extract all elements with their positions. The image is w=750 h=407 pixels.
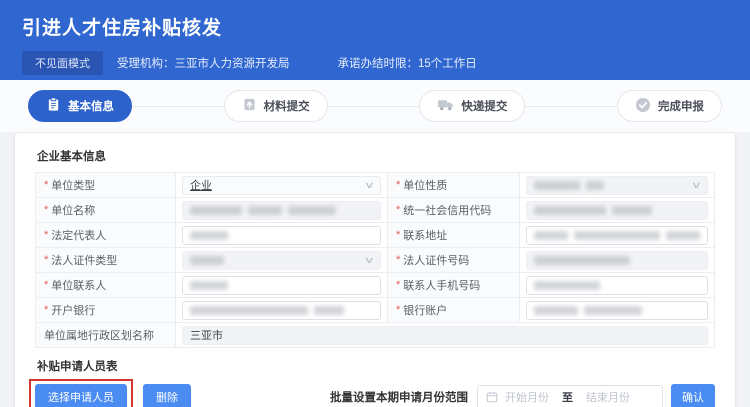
- deadline-text: 承诺办结时限：15个工作日: [338, 55, 477, 71]
- form-row: *单位联系人 *联系人手机号码: [36, 273, 714, 298]
- form-card: 企业基本信息 *单位类型 企业 ∨ *单位性质 ∨ *单位名称: [14, 132, 736, 407]
- section-title-company: 企业基本信息: [37, 148, 715, 164]
- section-title-applicants: 补贴申请人员表: [37, 358, 715, 374]
- check-circle-icon: [635, 97, 651, 116]
- form-row: *单位名称 *统一社会信用代码: [36, 198, 714, 223]
- bank-account-label: *银行账户: [388, 298, 520, 322]
- tab-finish-declare-label: 完成申报: [658, 98, 704, 114]
- tab-express-submit[interactable]: 快递提交: [419, 90, 525, 122]
- applicants-toolbar: 选择申请人员 删除 批量设置本期申请月份范围 开始月份 至 结束月份 确认: [35, 384, 715, 407]
- unit-contact-input[interactable]: [182, 276, 381, 295]
- tab-material-submit[interactable]: 材料提交: [224, 90, 328, 122]
- form-row: *开户银行 *银行账户: [36, 298, 714, 323]
- start-month-placeholder: 开始月份: [505, 389, 549, 405]
- legal-rep-label: *法定代表人: [36, 223, 176, 247]
- legal-cert-no-input[interactable]: [526, 251, 708, 270]
- upload-document-icon: [242, 97, 257, 115]
- tab-express-submit-label: 快递提交: [461, 98, 507, 114]
- form-row: *法定代表人 *联系地址: [36, 223, 714, 248]
- delete-button[interactable]: 删除: [143, 384, 191, 407]
- form-row: *单位类型 企业 ∨ *单位性质 ∨: [36, 173, 714, 198]
- tab-material-submit-label: 材料提交: [264, 98, 310, 114]
- company-info-table: *单位类型 企业 ∨ *单位性质 ∨ *单位名称: [35, 172, 715, 348]
- end-month-placeholder: 结束月份: [586, 389, 630, 405]
- contact-mobile-label: *联系人手机号码: [388, 273, 520, 297]
- unit-nature-label: *单位性质: [388, 173, 520, 197]
- confirm-button[interactable]: 确认: [671, 384, 715, 407]
- district-input[interactable]: 三亚市: [182, 326, 708, 345]
- legal-cert-no-label: *法人证件号码: [388, 248, 520, 272]
- accepting-agency-text: 受理机构：三亚市人力资源开发局: [117, 55, 290, 71]
- step-connector: [132, 106, 224, 107]
- legal-cert-type-label: *法人证件类型: [36, 248, 176, 272]
- bank-account-input[interactable]: [526, 301, 708, 320]
- unit-contact-label: *单位联系人: [36, 273, 176, 297]
- contact-address-input[interactable]: [526, 226, 708, 245]
- bank-name-label: *开户银行: [36, 298, 176, 322]
- clipboard-icon: [46, 97, 61, 115]
- page-title: 引进人才住房补贴核发: [22, 13, 750, 40]
- unit-type-label: *单位类型: [36, 173, 176, 197]
- unit-name-label: *单位名称: [36, 198, 176, 222]
- form-row: 单位属地行政区划名称 三亚市: [36, 323, 714, 348]
- district-label: 单位属地行政区划名称: [36, 323, 176, 347]
- tab-basic-info[interactable]: 基本信息: [28, 90, 132, 122]
- calendar-icon: [486, 391, 498, 403]
- tab-finish-declare[interactable]: 完成申报: [617, 90, 722, 122]
- unit-nature-select[interactable]: ∨: [526, 176, 708, 195]
- contact-address-label: *联系地址: [388, 223, 520, 247]
- unit-type-select[interactable]: 企业 ∨: [182, 176, 381, 195]
- month-range-picker[interactable]: 开始月份 至 结束月份: [477, 385, 663, 407]
- legal-cert-type-select[interactable]: ∨: [182, 251, 381, 270]
- legal-rep-input[interactable]: [182, 226, 381, 245]
- contact-mobile-input[interactable]: [526, 276, 708, 295]
- mode-badge: 不见面模式: [22, 51, 103, 75]
- step-nav: 基本信息 材料提交 快递提交 完成申报: [0, 80, 750, 132]
- truck-icon: [437, 97, 454, 115]
- page-header: 引进人才住房补贴核发 不见面模式 受理机构：三亚市人力资源开发局 承诺办结时限：…: [0, 0, 750, 80]
- step-connector: [328, 106, 420, 107]
- step-connector: [525, 106, 617, 107]
- bank-name-input[interactable]: [182, 301, 381, 320]
- unit-name-input[interactable]: [182, 201, 381, 220]
- select-applicants-button[interactable]: 选择申请人员: [35, 384, 127, 407]
- chevron-down-icon: ∨: [364, 255, 375, 266]
- form-row: *法人证件类型 ∨ *法人证件号码: [36, 248, 714, 273]
- tab-basic-info-label: 基本信息: [68, 98, 114, 114]
- chevron-down-icon: ∨: [691, 180, 702, 191]
- chevron-down-icon: ∨: [364, 180, 375, 191]
- range-separator: 至: [562, 389, 573, 405]
- batch-month-range-label: 批量设置本期申请月份范围: [330, 389, 468, 405]
- credit-code-input[interactable]: [526, 201, 708, 220]
- credit-code-label: *统一社会信用代码: [388, 198, 520, 222]
